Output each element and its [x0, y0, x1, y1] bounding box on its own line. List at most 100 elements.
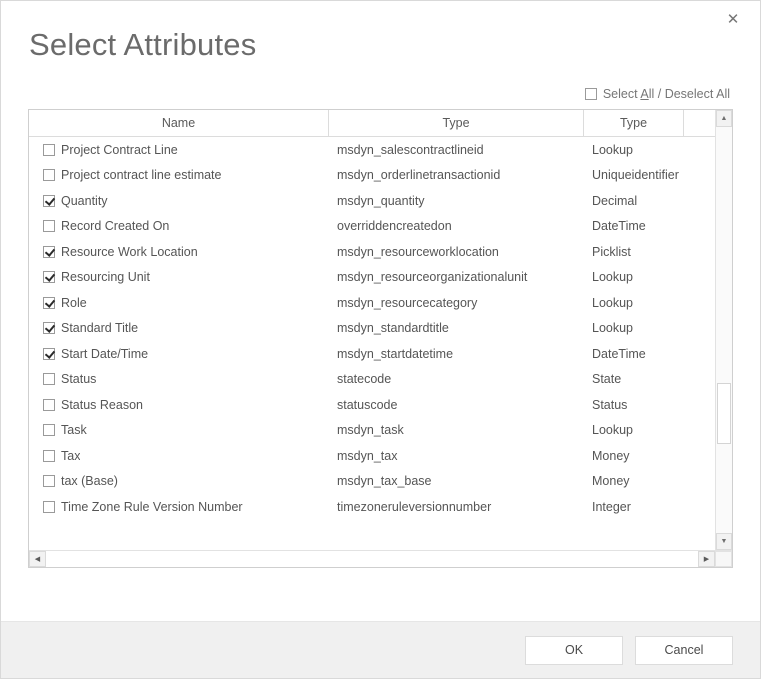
row-type-cell: Lookup — [584, 290, 684, 316]
select-all-checkbox-box[interactable] — [585, 88, 597, 100]
row-logical-name-cell: msdyn_orderlinetransactionid — [329, 163, 584, 189]
row-checkbox[interactable] — [43, 501, 55, 513]
table-row[interactable]: Quantitymsdyn_quantityDecimal — [29, 188, 715, 214]
row-name-cell[interactable]: Tax — [29, 443, 329, 469]
row-checkbox[interactable] — [43, 220, 55, 232]
row-logical-name-cell: msdyn_resourceworklocation — [329, 239, 584, 265]
column-header-name[interactable]: Name — [29, 110, 329, 136]
row-checkbox[interactable] — [43, 297, 55, 309]
column-header-filler — [684, 110, 715, 136]
select-all-label-part2: ll / Deselect All — [649, 87, 730, 101]
row-filler-cell — [684, 214, 715, 240]
table-row[interactable]: tax (Base)msdyn_tax_baseMoney — [29, 469, 715, 495]
row-name-label: Role — [61, 296, 87, 310]
row-logical-name-cell: statecode — [329, 367, 584, 393]
table-row[interactable]: Standard Titlemsdyn_standardtitleLookup — [29, 316, 715, 342]
row-name-cell[interactable]: Start Date/Time — [29, 341, 329, 367]
row-filler-cell — [684, 163, 715, 189]
row-checkbox[interactable] — [43, 373, 55, 385]
row-name-cell[interactable]: Time Zone Rule Version Number — [29, 494, 329, 520]
table-row[interactable]: Record Created OnoverriddencreatedonDate… — [29, 214, 715, 240]
close-icon[interactable]: ✕ — [720, 7, 746, 31]
row-name-cell[interactable]: Project contract line estimate — [29, 163, 329, 189]
row-name-cell[interactable]: Project Contract Line — [29, 137, 329, 163]
row-name-label: Resourcing Unit — [61, 270, 150, 284]
table-row[interactable]: StatusstatecodeState — [29, 367, 715, 393]
scrollbar-corner — [715, 551, 732, 567]
row-name-cell[interactable]: Status — [29, 367, 329, 393]
vertical-scrollbar-thumb[interactable] — [717, 383, 731, 444]
vertical-scrollbar-track[interactable] — [716, 127, 732, 533]
row-filler-cell — [684, 418, 715, 444]
table-row[interactable]: Rolemsdyn_resourcecategoryLookup — [29, 290, 715, 316]
row-logical-name-cell: timezoneruleversionnumber — [329, 494, 584, 520]
horizontal-scrollbar-track[interactable] — [46, 551, 698, 567]
row-logical-name-cell: msdyn_task — [329, 418, 584, 444]
row-checkbox[interactable] — [43, 475, 55, 487]
scroll-up-arrow-icon[interactable]: ▲ — [716, 110, 732, 127]
row-logical-name-cell: msdyn_quantity — [329, 188, 584, 214]
horizontal-scrollbar-thumb[interactable] — [46, 552, 678, 566]
row-filler-cell — [684, 137, 715, 163]
table-row[interactable]: Project Contract Linemsdyn_salescontract… — [29, 137, 715, 163]
row-filler-cell — [684, 392, 715, 418]
select-attributes-dialog: Select Attributes ✕ Select All / Deselec… — [0, 0, 761, 679]
attributes-grid: Name Type Type Project Contract Linemsdy… — [28, 109, 733, 568]
row-name-cell[interactable]: Resource Work Location — [29, 239, 329, 265]
column-header-type[interactable]: Type — [584, 110, 684, 136]
row-name-cell[interactable]: Role — [29, 290, 329, 316]
row-name-cell[interactable]: Resourcing Unit — [29, 265, 329, 291]
table-row[interactable]: Project contract line estimate msdyn_orde… — [29, 163, 715, 189]
grid-header-row: Name Type Type — [29, 110, 715, 137]
table-row[interactable]: Taxmsdyn_taxMoney — [29, 443, 715, 469]
scroll-left-arrow-icon[interactable]: ◀ — [29, 551, 46, 567]
scroll-down-arrow-icon[interactable]: ▼ — [716, 533, 732, 550]
vertical-scrollbar[interactable]: ▲ ▼ — [715, 110, 732, 550]
row-name-cell[interactable]: Task — [29, 418, 329, 444]
row-type-cell: State — [584, 367, 684, 393]
row-logical-name-cell: msdyn_tax — [329, 443, 584, 469]
row-logical-name-cell: msdyn_startdatetime — [329, 341, 584, 367]
row-logical-name-cell: msdyn_standardtitle — [329, 316, 584, 342]
select-all-label-part1: Select — [603, 87, 641, 101]
row-checkbox[interactable] — [43, 144, 55, 156]
row-filler-cell — [684, 443, 715, 469]
row-name-label: Project contract line estimate — [61, 168, 222, 182]
row-checkbox[interactable] — [43, 195, 55, 207]
dialog-body-spacer — [1, 568, 760, 621]
column-header-logical-type[interactable]: Type — [329, 110, 584, 136]
table-row[interactable]: Resource Work Locationmsdyn_resourcework… — [29, 239, 715, 265]
row-name-cell[interactable]: Record Created On — [29, 214, 329, 240]
row-filler-cell — [684, 188, 715, 214]
row-checkbox[interactable] — [43, 322, 55, 334]
select-all-checkbox[interactable]: Select All / Deselect All — [585, 87, 730, 101]
row-checkbox[interactable] — [43, 169, 55, 181]
scroll-right-arrow-icon[interactable]: ▶ — [698, 551, 715, 567]
row-checkbox[interactable] — [43, 450, 55, 462]
table-row[interactable]: Taskmsdyn_taskLookup — [29, 418, 715, 444]
select-all-label-accel: A — [640, 87, 648, 101]
row-name-cell[interactable]: Quantity — [29, 188, 329, 214]
table-row[interactable]: Resourcing Unitmsdyn_resourceorganizatio… — [29, 265, 715, 291]
row-checkbox[interactable] — [43, 348, 55, 360]
ok-button[interactable]: OK — [525, 636, 623, 665]
horizontal-scrollbar[interactable]: ◀ ▶ — [29, 550, 732, 567]
table-row[interactable]: Start Date/Timemsdyn_startdatetimeDateTi… — [29, 341, 715, 367]
table-row[interactable]: Status ReasonstatuscodeStatus — [29, 392, 715, 418]
row-filler-cell — [684, 367, 715, 393]
row-logical-name-cell: statuscode — [329, 392, 584, 418]
row-filler-cell — [684, 494, 715, 520]
row-checkbox[interactable] — [43, 246, 55, 258]
dialog-titlebar: Select Attributes ✕ — [1, 1, 760, 79]
row-filler-cell — [684, 341, 715, 367]
table-row[interactable]: Time Zone Rule Version Number timezonerul… — [29, 494, 715, 520]
row-name-cell[interactable]: tax (Base) — [29, 469, 329, 495]
cancel-button[interactable]: Cancel — [635, 636, 733, 665]
row-checkbox[interactable] — [43, 424, 55, 436]
row-name-cell[interactable]: Standard Title — [29, 316, 329, 342]
row-name-cell[interactable]: Status Reason — [29, 392, 329, 418]
row-checkbox[interactable] — [43, 271, 55, 283]
row-name-label: Record Created On — [61, 219, 169, 233]
row-checkbox[interactable] — [43, 399, 55, 411]
row-name-label: Time Zone Rule Version Number — [61, 500, 243, 514]
